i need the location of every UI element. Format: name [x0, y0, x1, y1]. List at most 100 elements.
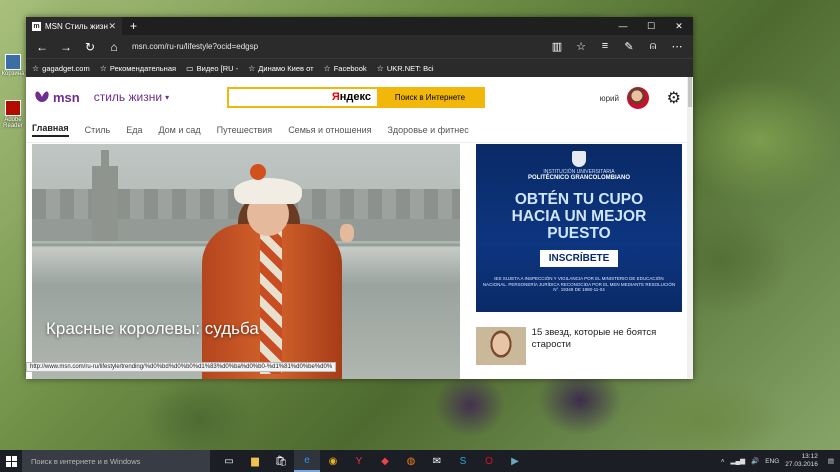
user-profile[interactable]: юрий: [600, 87, 649, 109]
story-title[interactable]: 15 звезд, которые не боятся старости: [526, 327, 682, 351]
msn-butterfly-icon: [35, 91, 49, 102]
ad-legal-text: IES SUJETA A INSPECCIÓN Y VIGILANCIA POR…: [482, 276, 676, 292]
favorite-gagadget[interactable]: ☆ gagadget.com: [32, 64, 90, 73]
desktop-icon-adobe-reader[interactable]: Adobe Reader: [0, 100, 26, 129]
chrome-icon[interactable]: ◉: [320, 450, 346, 472]
star-icon: ☆: [376, 63, 384, 73]
minimize-button[interactable]: —: [609, 17, 637, 35]
maximize-button[interactable]: ☐: [637, 17, 665, 35]
language-indicator[interactable]: ENG: [765, 458, 779, 465]
nav-food[interactable]: Еда: [126, 125, 142, 135]
hero-photo-woman: [202, 164, 354, 379]
category-nav: Главная Стиль Еда Дом и сад Путешествия …: [26, 117, 693, 143]
nav-travel[interactable]: Путешествия: [217, 125, 273, 135]
adobe-reader-icon: [5, 100, 21, 116]
msn-header: msn стиль жизни ▾ Яндекс Поиск в Интерне…: [26, 77, 693, 117]
msn-logo[interactable]: msn: [34, 90, 80, 105]
nav-main[interactable]: Главная: [32, 123, 69, 137]
story-thumbnail: [476, 327, 526, 365]
forward-arrow-icon[interactable]: →: [54, 35, 78, 58]
volume-icon[interactable]: 🔊: [751, 457, 759, 465]
section-dropdown[interactable]: стиль жизни ▾: [94, 90, 169, 104]
hero-caption[interactable]: Красные королевы: судьба: [46, 319, 259, 339]
file-explorer-icon[interactable]: ▆: [242, 450, 268, 472]
address-bar-row: ← → ↻ ⌂ msn.com/ru-ru/lifestyle?ocid=edg…: [26, 35, 693, 58]
favorite-label: Facebook: [333, 63, 367, 73]
skype-icon[interactable]: S: [450, 450, 476, 472]
mail-icon[interactable]: ✉: [424, 450, 450, 472]
taskbar: Поиск в интернете и в Windows ▭ ▆ 🛍 e ◉ …: [0, 450, 840, 472]
taskbar-apps: ▭ ▆ 🛍 e ◉ Y ◆ ◍ ✉ S O ▶: [216, 450, 528, 472]
nav-style[interactable]: Стиль: [85, 125, 111, 135]
nav-health[interactable]: Здоровье и фитнес: [387, 125, 468, 135]
back-arrow-icon[interactable]: ←: [30, 35, 54, 58]
clock-date: 27.03.2016: [785, 461, 818, 468]
refresh-icon[interactable]: ↻: [78, 35, 102, 58]
edge-browser-window: m MSN Стиль жизни ✕ + — ☐ ✕ ← → ↻ ⌂ msn.…: [26, 17, 693, 379]
tray-arrow-icon[interactable]: ˄: [721, 458, 725, 465]
hero-article[interactable]: Красные королевы: судьба: [32, 144, 460, 379]
hub-icon[interactable]: ≡: [593, 40, 617, 53]
desktop-icon-label: Adobe Reader: [3, 117, 23, 129]
window-controls: — ☐ ✕: [609, 17, 693, 35]
reading-view-icon[interactable]: ▥: [545, 40, 569, 53]
taskbar-search[interactable]: Поиск в интернете и в Windows: [22, 450, 210, 472]
home-icon[interactable]: ⌂: [102, 35, 126, 58]
favorite-recommendation[interactable]: ☆ Рекомендательная: [100, 64, 176, 73]
favorite-video[interactable]: ▭ Видео [RU -: [186, 64, 238, 73]
favorite-label: Рекомендательная: [109, 63, 177, 73]
avatar: [627, 87, 649, 109]
new-tab-button[interactable]: +: [122, 19, 145, 33]
favorite-ukrnet[interactable]: ☆ UKR.NET: Всі: [377, 64, 434, 73]
start-button[interactable]: [0, 450, 22, 472]
opera-icon[interactable]: O: [476, 450, 502, 472]
utility-app-icon[interactable]: ◆: [372, 450, 398, 472]
favorite-label: Видео [RU -: [196, 63, 239, 73]
nav-home-garden[interactable]: Дом и сад: [158, 125, 200, 135]
recycle-bin-icon: [5, 54, 21, 70]
nav-family[interactable]: Семья и отношения: [288, 125, 371, 135]
video-icon: ▭: [186, 63, 194, 73]
university-crest-icon: [572, 151, 586, 167]
search-button[interactable]: Поиск в Интернете: [377, 89, 483, 106]
share-icon[interactable]: ⍝: [641, 40, 665, 53]
gear-icon[interactable]: ⚙: [667, 88, 681, 108]
media-player-icon[interactable]: ▶: [502, 450, 528, 472]
advertisement-banner[interactable]: INSTITUCIÓN UNIVERSITARIA POLITÉCNICO GR…: [476, 144, 682, 312]
scrollbar[interactable]: [687, 77, 693, 379]
desktop-icon-recycle-bin[interactable]: Корзина: [0, 54, 26, 77]
search-input[interactable]: Яндекс: [229, 89, 377, 106]
notifications-icon[interactable]: ▤: [828, 457, 834, 465]
story-card[interactable]: 15 звезд, которые не боятся старости: [476, 327, 682, 365]
favorite-label: gagadget.com: [42, 63, 90, 73]
ad-cta-button[interactable]: INSCRÍBETE: [539, 250, 619, 267]
scrollbar-thumb[interactable]: [688, 77, 692, 107]
close-tab-icon[interactable]: ✕: [108, 21, 116, 32]
favorite-dynamo[interactable]: ☆ Динамо Киев от: [248, 64, 313, 73]
firefox-icon[interactable]: ◍: [398, 450, 424, 472]
edge-icon[interactable]: e: [294, 450, 320, 472]
web-note-icon[interactable]: ✎: [617, 40, 641, 53]
network-icon[interactable]: ▂▄▆: [731, 457, 746, 465]
chevron-down-icon: ▾: [165, 92, 170, 102]
favorite-star-icon[interactable]: ☆: [569, 40, 593, 53]
star-icon: ☆: [323, 63, 331, 73]
favorites-bar: ☆ gagadget.com ☆ Рекомендательная ▭ Видео […: [26, 58, 693, 77]
more-icon[interactable]: ⋯: [665, 40, 689, 53]
ad-headline-line: HACIA UN MEJOR: [511, 208, 647, 225]
msn-favicon-icon: m: [32, 21, 41, 31]
ad-inst-name: POLITÉCNICO GRANCOLOMBIANO: [528, 175, 630, 181]
favorite-facebook[interactable]: ☆ Facebook: [324, 64, 367, 73]
task-view-icon[interactable]: ▭: [216, 450, 242, 472]
favorite-label: UKR.NET: Всі: [386, 63, 434, 73]
toolbar-right: ▥ ☆ ≡ ✎ ⍝ ⋯: [545, 40, 689, 53]
store-icon[interactable]: 🛍: [268, 450, 294, 472]
yandex-browser-icon[interactable]: Y: [346, 450, 372, 472]
windows-logo-icon: [5, 455, 17, 467]
star-icon: ☆: [32, 63, 40, 73]
url-field[interactable]: msn.com/ru-ru/lifestyle?ocid=edgsp: [126, 42, 545, 51]
clock[interactable]: 13:12 27.03.2016: [785, 453, 818, 469]
close-window-button[interactable]: ✕: [665, 17, 693, 35]
desktop-icon-label: Корзина: [1, 71, 25, 77]
tab-msn-lifestyle[interactable]: m MSN Стиль жизни ✕: [26, 17, 122, 35]
